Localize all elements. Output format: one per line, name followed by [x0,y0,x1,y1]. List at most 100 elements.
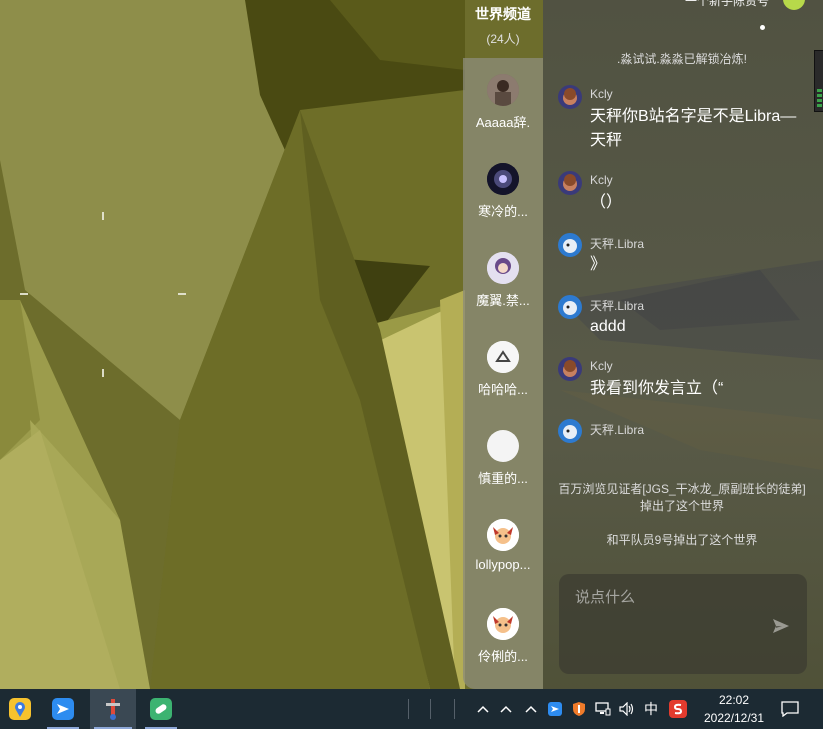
avatar-image [558,419,582,443]
avatar [558,233,582,257]
crosshair-top [102,212,104,220]
avatar-image [487,519,519,551]
crosshair-bottom [102,369,104,377]
chevron-up-icon[interactable] [522,689,540,729]
notification-icon[interactable] [778,689,802,729]
message-text: 我看到你发言立（“ [590,380,724,397]
chevron-up-glyph [500,705,512,713]
message-text: （） [590,194,623,211]
divider [430,699,431,719]
avatar [487,341,519,373]
avatar [487,74,519,106]
chevron-up-icon[interactable] [497,689,515,729]
ime-label: 中 [644,701,658,717]
clock-date: 2022/12/31 [703,711,765,725]
volume-bars [817,89,822,107]
system-message: .淼试试.淼淼已解锁冶炼! [616,52,747,66]
feishu-tray-glyph [548,702,562,716]
member-item[interactable]: 哈哈哈... [463,341,543,398]
avatar-image [558,233,582,257]
message-author: Kcly [590,87,613,101]
avatar-image [487,163,519,195]
chat-message-area[interactable]: 一个新手陈贤号 .淼试试.淼淼已解锁冶炼! Kcly 天秤你B站名字是不是Lib… [543,0,823,689]
avatar [558,419,582,443]
crosshair-left [20,293,28,295]
notification-glyph [781,701,799,717]
avatar-image [558,85,582,109]
member-item[interactable]: 寒冷的... [463,163,543,220]
member-name: 哈哈哈... [478,382,528,397]
crosshair-right [178,293,186,295]
member-item[interactable]: Aaaaa辞. [463,74,543,131]
member-item[interactable]: 魔翼.禁... [463,252,543,309]
member-name: 慎重的... [478,471,528,486]
message-author: Kcly [590,359,613,373]
member-name: lollypop... [475,557,531,572]
channel-title: 世界频道 [475,6,531,22]
clock-time: 22:02 [718,693,750,707]
message-author: Kcly [590,173,613,187]
member-name: 寒冷的... [478,204,528,219]
top-notice: 一个新手陈贤号 [685,0,770,8]
avatar [487,163,519,195]
game-app-icon [106,699,120,720]
clock[interactable]: 22:02 2022/12/31 [694,691,774,727]
taskbar: 中 22:02 2022/12/31 [0,689,823,729]
avatar-image [487,252,519,284]
map-app-icon [9,698,31,720]
avatar [487,430,519,462]
channel-header[interactable]: 世界频道 (24人) [463,0,543,58]
volume-meter [814,50,823,112]
chat-input[interactable] [573,586,777,608]
avatar-image [487,341,519,373]
member-list[interactable]: Aaaaa辞. 寒冷的... 魔翼.禁... 哈哈哈... 慎重的... lol… [463,58,543,689]
taskbar-app[interactable] [0,689,40,729]
avatar [558,85,582,109]
chat-panel: 世界频道 (24人) Aaaaa辞. 寒冷的... 魔翼.禁... 哈哈哈...… [463,0,823,689]
message-author: 天秤.Libra [590,237,645,251]
message-author: 天秤.Libra [590,299,645,313]
member-item[interactable]: 伶俐的... [463,608,543,665]
taskbar-app[interactable] [141,689,181,729]
feishu-app-icon [52,698,74,720]
ime-indicator[interactable]: 中 [640,689,662,729]
avatar-image [558,295,582,319]
member-name: Aaaaa辞. [475,115,531,130]
network-glyph [595,702,611,716]
avatar-image [487,608,519,640]
avatar-image [558,171,582,195]
message-text: 天秤你B站名字是不是Libra—天秤 [590,108,797,149]
speaker-icon[interactable] [618,689,636,729]
member-name: 伶俐的... [478,649,528,664]
avatar [558,295,582,319]
chevron-up-icon[interactable] [474,689,492,729]
avatar [487,608,519,640]
divider [454,699,455,719]
network-icon[interactable] [594,689,612,729]
message-text: 》 [590,256,607,273]
taskbar-app-active[interactable] [90,689,136,729]
avatar [558,357,582,381]
send-icon[interactable] [771,616,791,636]
feishu-tray-icon[interactable] [546,689,564,729]
avatar [487,252,519,284]
sogou-glyph [669,700,687,718]
member-item[interactable]: lollypop... [463,519,543,572]
divider [408,699,409,719]
top-avatar [783,0,805,10]
channel-member-count: (24人) [486,32,520,46]
taskbar-app[interactable] [43,689,83,729]
message-text: addd [590,318,626,335]
chevron-up-glyph [477,705,489,713]
system-message: 百万浏览见证者[JGS_干冰龙_原副班长的徒弟]掉出了这个世界 [558,482,806,513]
chevron-up-glyph [525,705,537,713]
sogou-ime-icon[interactable] [667,689,689,729]
avatar [487,519,519,551]
speaker-glyph [619,702,634,716]
message-author: 天秤.Libra [590,423,645,437]
member-item[interactable]: 慎重的... [463,430,543,487]
avatar [558,171,582,195]
shield-icon[interactable] [570,689,588,729]
chat-input-box[interactable] [559,574,807,674]
shield-glyph [573,702,585,716]
